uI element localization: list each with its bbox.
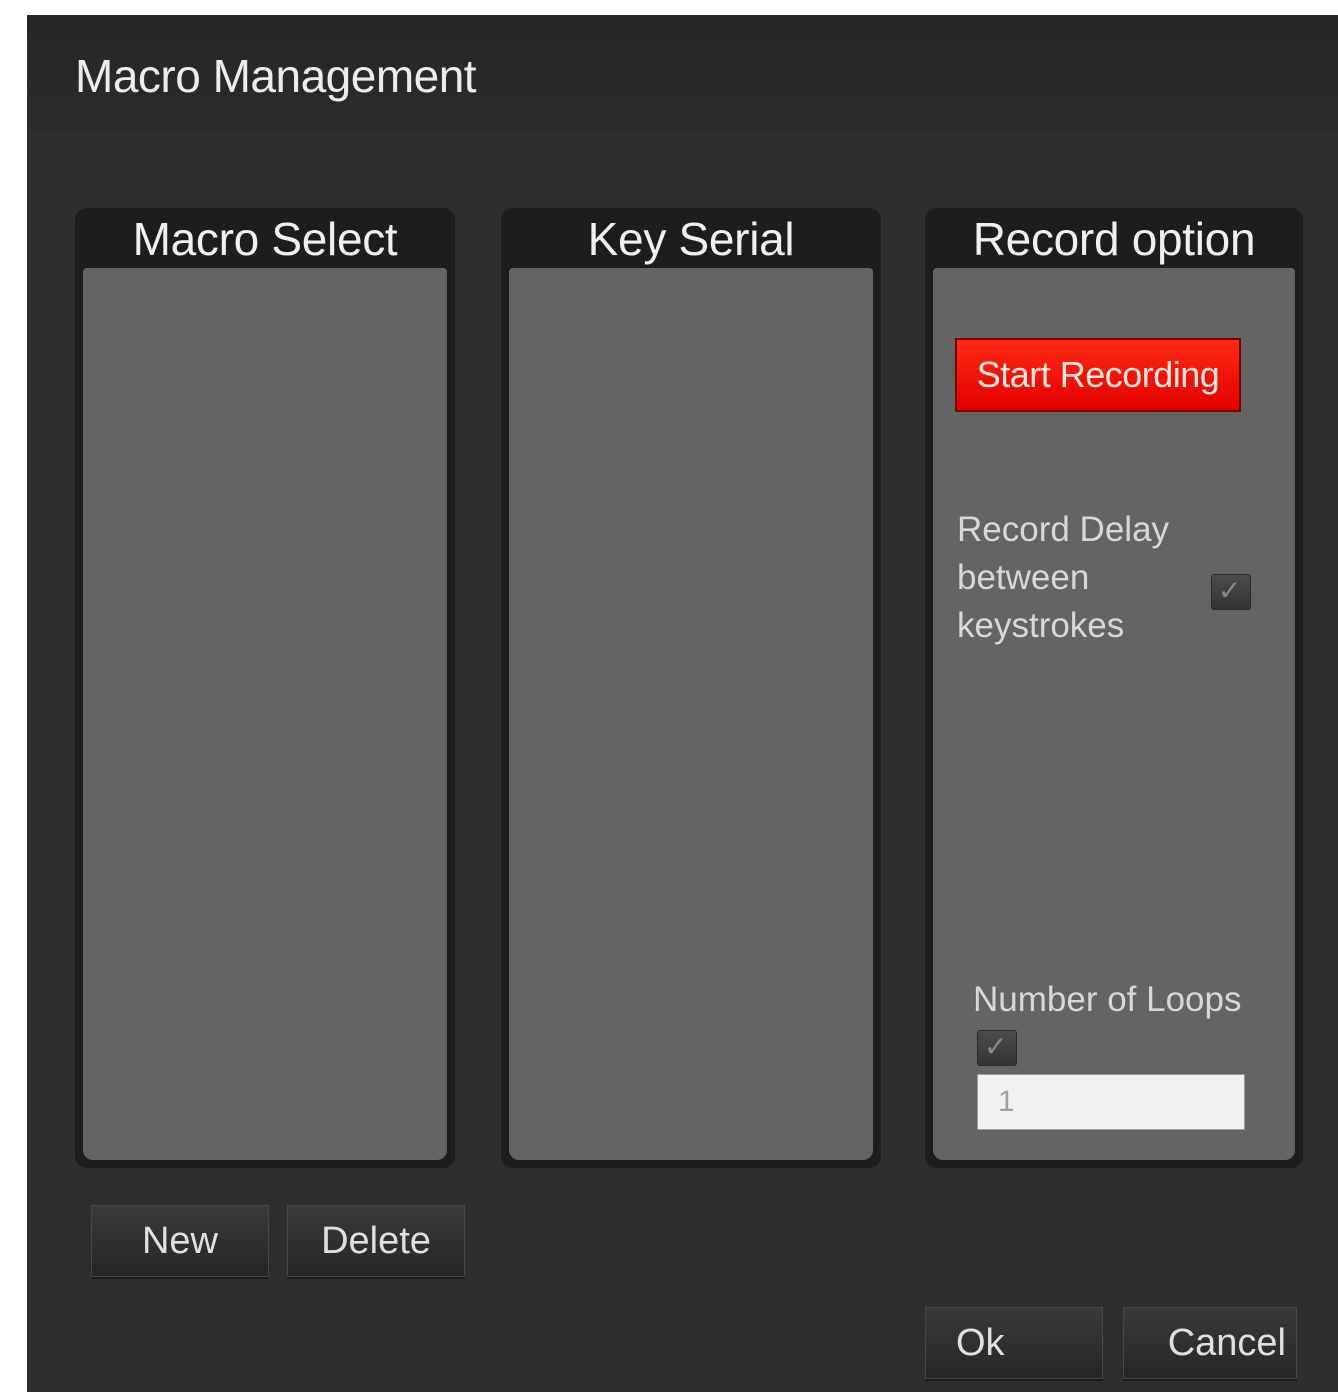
checkmark-icon: ✓	[984, 1031, 1008, 1062]
macro-management-dialog: Macro Management Macro Select Key Serial…	[27, 15, 1338, 1392]
ok-button[interactable]: Ok	[925, 1307, 1103, 1379]
dialog-title: Macro Management	[75, 50, 477, 102]
key-serial-list[interactable]	[509, 268, 873, 1160]
checkmark-icon: ✓	[1218, 575, 1242, 606]
record-delay-checkbox[interactable]: ✓	[1211, 574, 1251, 610]
delete-button[interactable]: Delete	[287, 1205, 465, 1277]
record-option-body: Start Recording Record Delay between key…	[933, 268, 1295, 1160]
number-of-loops-label: Number of Loops	[973, 980, 1242, 1019]
new-button[interactable]: New	[91, 1205, 269, 1277]
macro-select-list[interactable]	[83, 268, 447, 1160]
record-delay-label: Record Delay between keystrokes	[957, 510, 1170, 645]
record-option-header: Record option	[972, 213, 1256, 265]
key-serial-panel: Key Serial	[501, 208, 881, 1168]
title-bar: Macro Management	[27, 15, 1338, 133]
record-option-panel: Record option Start Recording Record Del…	[925, 208, 1303, 1168]
key-serial-header: Key Serial	[587, 213, 795, 265]
cancel-button[interactable]: Cancel	[1123, 1307, 1297, 1379]
macro-select-header: Macro Select	[132, 213, 398, 265]
start-recording-button[interactable]: Start Recording	[955, 338, 1241, 412]
macro-select-panel: Macro Select	[75, 208, 455, 1168]
number-of-loops-checkbox[interactable]: ✓	[977, 1030, 1017, 1066]
number-of-loops-input[interactable]	[977, 1074, 1245, 1130]
